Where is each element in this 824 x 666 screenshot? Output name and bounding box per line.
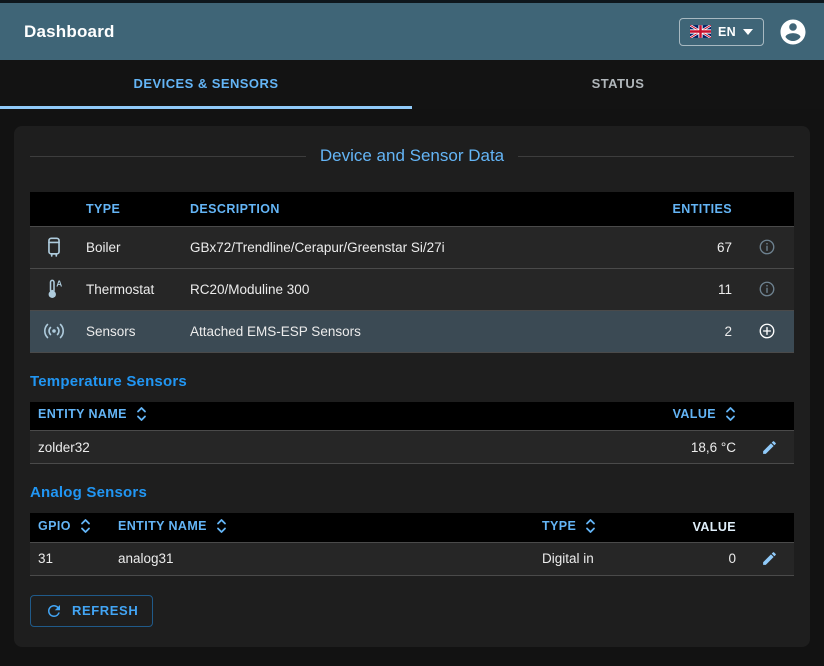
device-type: Boiler [78,226,182,268]
appbar-actions: EN [679,17,808,47]
col-entity-name[interactable]: ENTITY NAME [30,402,614,431]
main-content: Device and Sensor Data TYPE DESCRIPTION … [0,109,824,663]
card-title-row: Device and Sensor Data [30,146,794,166]
tab-bar: DEVICES & SENSORS STATUS [0,60,824,109]
refresh-button-label: REFRESH [72,603,138,618]
temp-sensor-row[interactable]: zolder32 18,6 °C [30,431,794,464]
col-entity-name[interactable]: ENTITY NAME [110,513,534,542]
divider-line [30,156,306,157]
analog-sensors-table: GPIO ENTITY NAME TYPE VALUE 31 analog31 [30,513,794,576]
language-selector[interactable]: EN [679,18,764,46]
analog-sensor-row[interactable]: 31 analog31 Digital in 0 [30,542,794,575]
sort-icon[interactable] [216,523,227,537]
info-icon[interactable] [756,236,778,258]
tab-status[interactable]: STATUS [412,60,824,109]
sensor-value: 0 [654,542,744,575]
sensor-gpio: 31 [30,542,110,575]
account-circle-icon [778,17,808,47]
devices-table: TYPE DESCRIPTION ENTITIES [30,192,794,353]
sort-icon[interactable] [80,523,91,537]
device-entities-count: 11 [658,268,740,310]
boiler-icon [30,226,78,268]
uk-flag-icon [690,25,711,38]
col-description: DESCRIPTION [182,192,658,226]
col-entity-name-label: ENTITY NAME [118,519,207,533]
app-header: Dashboard EN [0,3,824,60]
device-description: RC20/Moduline 300 [182,268,658,310]
svg-text:A: A [56,280,62,289]
col-edit [744,513,794,542]
analog-sensors-heading: Analog Sensors [30,484,794,501]
add-circle-icon[interactable] [756,320,778,342]
col-edit [744,402,794,431]
active-tab-indicator [0,106,412,109]
col-sensor-type-label: TYPE [542,519,576,533]
col-actions [740,192,794,226]
col-type: TYPE [78,192,182,226]
sort-icon[interactable] [585,523,596,537]
sort-icon[interactable] [725,411,736,425]
refresh-icon [45,602,63,620]
device-row-thermostat[interactable]: A Thermostat RC20/Moduline 300 11 [30,268,794,310]
dashboard-card: Device and Sensor Data TYPE DESCRIPTION … [14,126,810,647]
analog-table-header-row: GPIO ENTITY NAME TYPE VALUE [30,513,794,542]
thermostat-icon: A [30,268,78,310]
device-type: Thermostat [78,268,182,310]
device-entities-count: 2 [658,310,740,352]
edit-pencil-icon[interactable] [759,548,780,569]
device-row-sensors[interactable]: Sensors Attached EMS-ESP Sensors 2 [30,310,794,352]
col-value-label: VALUE [673,407,716,421]
device-entities-count: 67 [658,226,740,268]
col-gpio[interactable]: GPIO [30,513,110,542]
col-value[interactable]: VALUE [654,513,744,542]
col-gpio-label: GPIO [38,519,71,533]
card-title: Device and Sensor Data [306,146,518,166]
col-device-icon [30,192,78,226]
temperature-sensors-heading: Temperature Sensors [30,373,794,390]
device-description: Attached EMS-ESP Sensors [182,310,658,352]
language-code: EN [718,25,736,39]
devices-table-header-row: TYPE DESCRIPTION ENTITIES [30,192,794,226]
device-description: GBx72/Trendline/Cerapur/Greenstar Si/27i [182,226,658,268]
divider-line [518,156,794,157]
col-entity-name-label: ENTITY NAME [38,407,127,421]
device-row-boiler[interactable]: Boiler GBx72/Trendline/Cerapur/Greenstar… [30,226,794,268]
tab-devices-sensors[interactable]: DEVICES & SENSORS [0,60,412,109]
device-type: Sensors [78,310,182,352]
col-value[interactable]: VALUE [614,402,744,431]
caret-down-icon [743,29,753,35]
edit-pencil-icon[interactable] [759,437,780,458]
col-entities: ENTITIES [658,192,740,226]
sensor-entity-name: analog31 [110,542,534,575]
sensor-entity-name: zolder32 [30,431,614,464]
col-sensor-type[interactable]: TYPE [534,513,654,542]
sensors-icon [30,310,78,352]
sensor-type: Digital in [534,542,654,575]
account-button[interactable] [778,17,808,47]
refresh-button[interactable]: REFRESH [30,595,153,627]
sensor-value: 18,6 °C [614,431,744,464]
temp-table-header-row: ENTITY NAME VALUE [30,402,794,431]
page-title: Dashboard [24,22,115,42]
temperature-sensors-table: ENTITY NAME VALUE zolder32 18,6 °C [30,402,794,465]
info-icon[interactable] [756,278,778,300]
sort-icon[interactable] [136,411,147,425]
